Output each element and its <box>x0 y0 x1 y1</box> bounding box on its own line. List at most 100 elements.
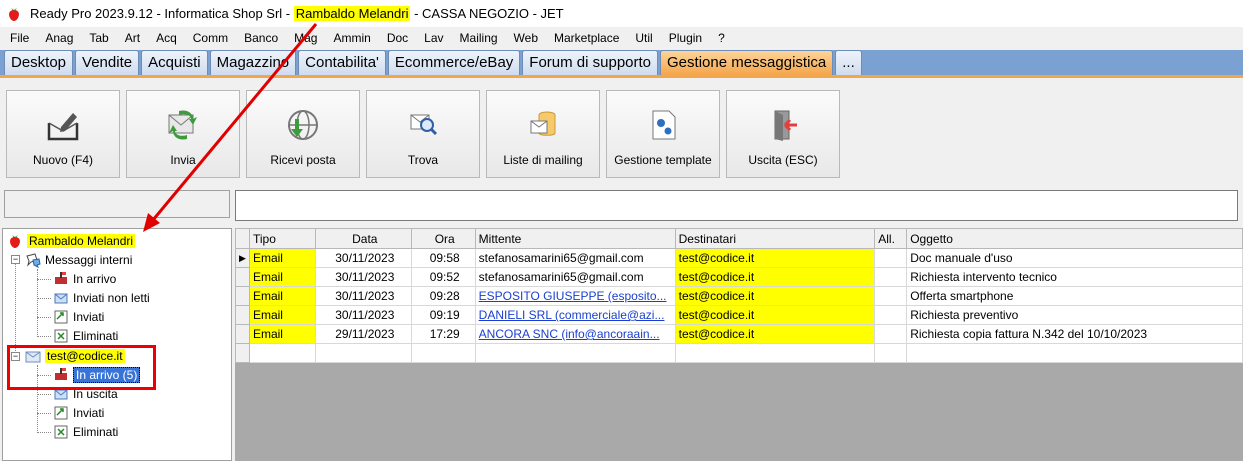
header-mittente[interactable]: Mittente <box>474 228 676 249</box>
title-bar: Ready Pro 2023.9.12 - Informatica Shop S… <box>0 0 1243 27</box>
tree-root-user[interactable]: Rambaldo Melandri <box>7 232 136 250</box>
current-row-indicator-icon: ▶ <box>235 248 250 268</box>
cell-empty <box>410 343 476 363</box>
tree-internal-sent[interactable]: Inviati <box>53 308 104 326</box>
send-button-label: Invia <box>170 153 196 167</box>
header-data[interactable]: Data <box>314 228 412 249</box>
menu-bar: File Anag Tab Art Acq Comm Banco Mag Amm… <box>0 27 1243 49</box>
header-tipo[interactable]: Tipo <box>248 228 316 249</box>
mailing-lists-button[interactable]: Liste di mailing <box>486 90 600 178</box>
cell-tipo: Email <box>248 286 316 306</box>
tree-internal-inbox[interactable]: In arrivo <box>53 270 116 288</box>
cell-allegati <box>874 286 908 306</box>
tree-internal-messages[interactable]: Messaggi interni <box>25 251 132 269</box>
sent-folder-icon <box>54 310 68 324</box>
cell-tipo: Email <box>248 305 316 325</box>
tab-acquisti[interactable]: Acquisti <box>141 50 208 75</box>
tree-internal-unread-sent[interactable]: Inviati non letti <box>53 289 150 307</box>
menu-banco[interactable]: Banco <box>236 27 286 49</box>
cell-mittente-link[interactable]: DANIELI SRL (commerciale@azi... <box>474 305 676 325</box>
cell-mittente: stefanosamarini65@gmail.com <box>474 267 676 287</box>
exit-button-label: Uscita (ESC) <box>748 153 818 167</box>
collapse-internal-icon[interactable]: − <box>11 255 20 264</box>
menu-mailing[interactable]: Mailing <box>452 27 506 49</box>
tree-root-label: Rambaldo Melandri <box>27 234 136 248</box>
title-suffix: - CASSA NEGOZIO - JET <box>410 6 564 21</box>
tree-internal-sent-label: Inviati <box>73 310 105 324</box>
chat-bubbles-icon <box>26 253 41 268</box>
menu-comm[interactable]: Comm <box>185 27 236 49</box>
deleted-folder-icon <box>54 329 68 343</box>
header-allegati[interactable]: All. <box>874 228 908 249</box>
menu-mag[interactable]: Mag <box>286 27 325 49</box>
folder-filter-field[interactable] <box>4 190 230 218</box>
table-row[interactable]: Email 30/11/2023 09:28 ESPOSITO GIUSEPPE… <box>235 286 1243 306</box>
tree-internal-label: Messaggi interni <box>45 253 133 267</box>
tab-contabilita[interactable]: Contabilita' <box>298 50 386 75</box>
tab-vendite[interactable]: Vendite <box>75 50 140 75</box>
cell-mittente-link[interactable]: ANCORA SNC (info@ancoraain... <box>474 324 676 344</box>
cell-mittente: stefanosamarini65@gmail.com <box>474 248 676 268</box>
module-tab-bar: Desktop Vendite Acquisti Magazzino Conta… <box>0 50 1243 78</box>
menu-doc[interactable]: Doc <box>379 27 416 49</box>
tree-internal-deleted[interactable]: Eliminati <box>53 327 118 345</box>
tab-forum[interactable]: Forum di supporto <box>522 50 659 75</box>
cell-destinatari: test@codice.it <box>674 305 876 325</box>
menu-plugin[interactable]: Plugin <box>661 27 710 49</box>
title-prefix: Ready Pro 2023.9.12 - Informatica Shop S… <box>30 6 294 21</box>
header-destinatari[interactable]: Destinatari <box>674 228 876 249</box>
table-row[interactable]: ▶ Email 30/11/2023 09:58 stefanosamarini… <box>235 248 1243 268</box>
cell-empty <box>314 343 412 363</box>
cell-data: 30/11/2023 <box>314 305 412 325</box>
menu-anag[interactable]: Anag <box>37 27 81 49</box>
tab-gestione-messaggistica[interactable]: Gestione messaggistica <box>660 50 834 75</box>
mailing-database-icon <box>530 111 556 136</box>
tab-ecommerce[interactable]: Ecommerce/eBay <box>387 50 521 75</box>
header-ora[interactable]: Ora <box>410 228 476 249</box>
menu-lav[interactable]: Lav <box>416 27 451 49</box>
menu-art[interactable]: Art <box>117 27 148 49</box>
folder-tree: Rambaldo Melandri − Messaggi interni In … <box>2 228 232 461</box>
templates-button-label: Gestione template <box>614 153 712 167</box>
menu-help[interactable]: ? <box>710 27 733 49</box>
templates-button[interactable]: Gestione template <box>606 90 720 178</box>
cell-data: 30/11/2023 <box>314 248 412 268</box>
table-row-empty[interactable] <box>235 343 1243 363</box>
strawberry-user-icon <box>10 235 20 248</box>
cell-ora: 17:29 <box>410 324 476 344</box>
search-input[interactable] <box>235 190 1238 221</box>
cell-mittente-link[interactable]: ESPOSITO GIUSEPPE (esposito... <box>474 286 676 306</box>
menu-acq[interactable]: Acq <box>148 27 185 49</box>
title-user: Rambaldo Melandri <box>293 6 411 21</box>
exit-button[interactable]: Uscita (ESC) <box>726 90 840 178</box>
menu-ammin[interactable]: Ammin <box>325 27 378 49</box>
strawberry-logo-icon <box>9 7 19 21</box>
menu-util[interactable]: Util <box>627 27 660 49</box>
send-button[interactable]: Invia <box>126 90 240 178</box>
menu-marketplace[interactable]: Marketplace <box>546 27 627 49</box>
tab-more[interactable]: ... <box>835 50 862 75</box>
receive-mail-button[interactable]: Ricevi posta <box>246 90 360 178</box>
cell-data: 30/11/2023 <box>314 286 412 306</box>
table-row[interactable]: Email 30/11/2023 09:19 DANIELI SRL (comm… <box>235 305 1243 325</box>
menu-web[interactable]: Web <box>506 27 546 49</box>
table-header: Tipo Data Ora Mittente Destinatari All. … <box>235 228 1243 249</box>
menu-tab[interactable]: Tab <box>81 27 116 49</box>
cell-allegati <box>874 324 908 344</box>
cell-data: 29/11/2023 <box>314 324 412 344</box>
tab-magazzino[interactable]: Magazzino <box>209 50 297 75</box>
cell-oggetto: Richiesta copia fattura N.342 del 10/10/… <box>906 324 1243 344</box>
tab-desktop[interactable]: Desktop <box>4 50 74 75</box>
unread-sent-icon <box>54 293 68 304</box>
tree-internal-inbox-label: In arrivo <box>73 272 117 286</box>
tree-account-sent[interactable]: Inviati <box>53 404 104 422</box>
tree-account-deleted[interactable]: Eliminati <box>53 423 118 441</box>
find-button[interactable]: Trova <box>366 90 480 178</box>
table-row[interactable]: Email 29/11/2023 17:29 ANCORA SNC (info@… <box>235 324 1243 344</box>
find-button-label: Trova <box>407 153 439 167</box>
header-oggetto[interactable]: Oggetto <box>906 228 1243 249</box>
menu-file[interactable]: File <box>2 27 37 49</box>
app-window: Ready Pro 2023.9.12 - Informatica Shop S… <box>0 0 1243 461</box>
new-button[interactable]: Nuovo (F4) <box>6 90 120 178</box>
table-row[interactable]: Email 30/11/2023 09:52 stefanosamarini65… <box>235 267 1243 287</box>
